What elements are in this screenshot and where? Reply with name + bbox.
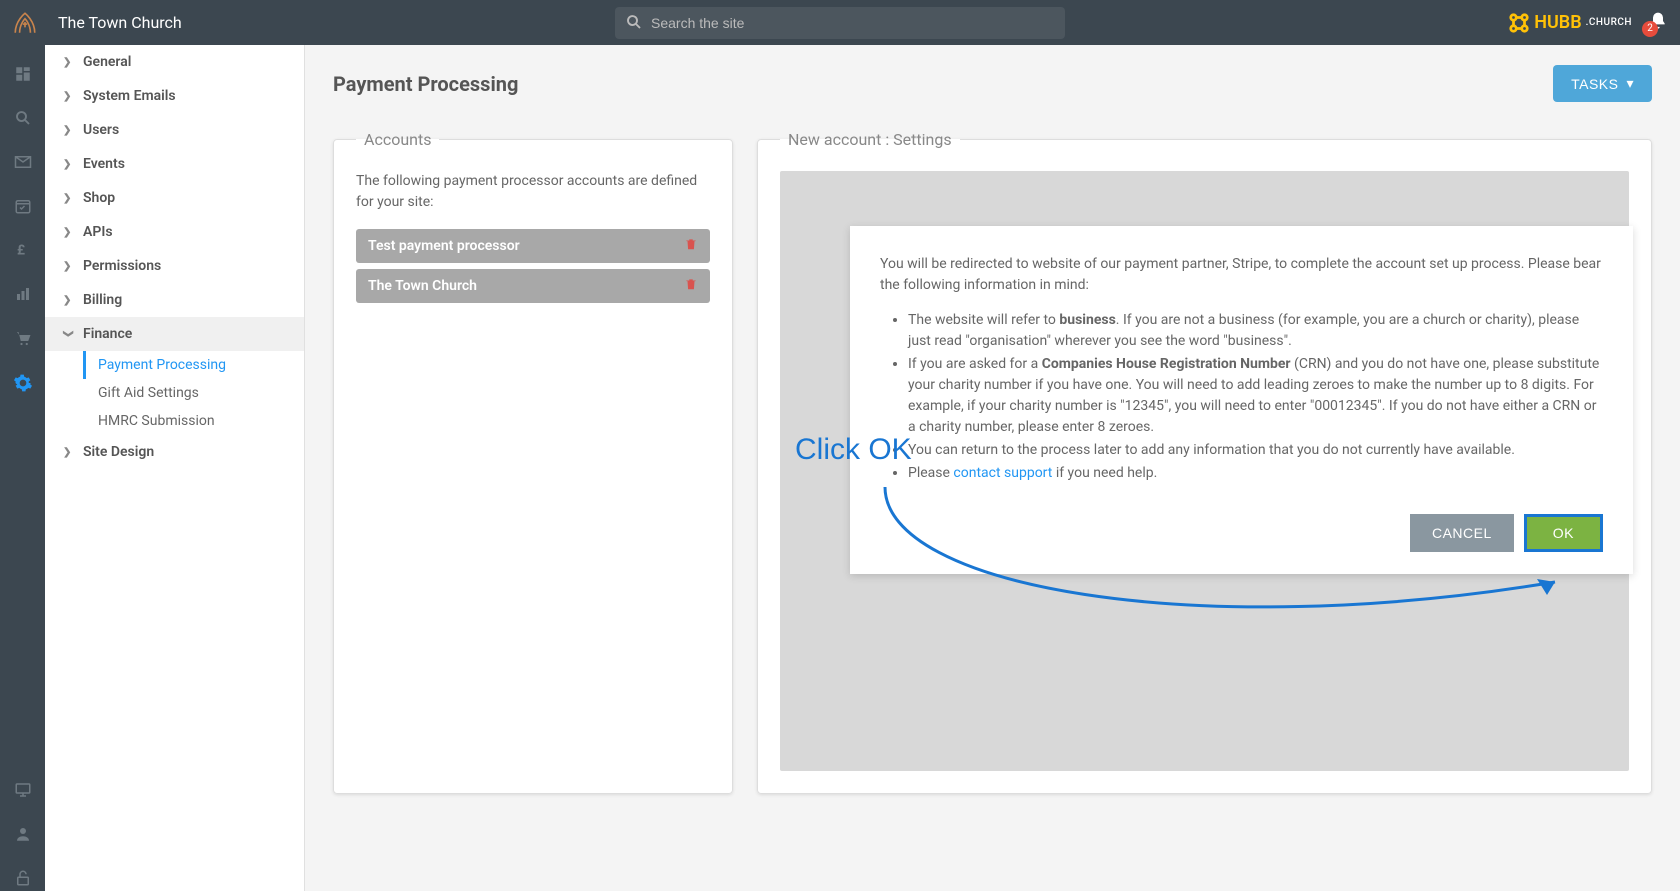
rail-calendar-icon[interactable] xyxy=(14,197,32,219)
nav-users[interactable]: ❯ Users xyxy=(45,113,304,147)
account-name: The Town Church xyxy=(368,278,477,294)
accounts-panel: Accounts The following payment processor… xyxy=(333,130,733,794)
modal-bullet-3: You can return to the process later to a… xyxy=(908,440,1603,461)
hubb-logo-icon xyxy=(1508,12,1530,34)
top-bar: The Town Church HUBB .CHURCH 2 xyxy=(0,0,1680,45)
nav-label: Billing xyxy=(83,292,122,308)
nav-label: Site Design xyxy=(83,444,154,460)
rail-chart-icon[interactable] xyxy=(14,285,32,307)
nav-events[interactable]: ❯ Events xyxy=(45,147,304,181)
settings-panel: New account : Settings You will be redir… xyxy=(757,130,1652,794)
side-nav: ❯ General ❯ System Emails ❯ Users ❯ Events ❯… xyxy=(45,45,305,891)
svg-text:£: £ xyxy=(17,243,25,259)
rail-dashboard-icon[interactable] xyxy=(14,65,32,87)
hubb-brand-text: HUBB xyxy=(1534,12,1581,33)
nav-label: Permissions xyxy=(83,258,161,274)
chevron-right-icon: ❯ xyxy=(63,193,73,204)
modal-bullet-2: If you are asked for a Companies House R… xyxy=(908,354,1603,438)
search-icon xyxy=(625,13,643,35)
rail-lock-icon[interactable] xyxy=(14,869,32,891)
hubb-brand-sub: .CHURCH xyxy=(1586,17,1632,28)
cancel-button[interactable]: CANCEL xyxy=(1410,514,1514,552)
logo-arch xyxy=(12,10,38,36)
tasks-button[interactable]: TASKS ▾ xyxy=(1553,65,1652,102)
settings-legend: New account : Settings xyxy=(780,130,960,149)
icon-rail: £ xyxy=(0,45,45,891)
ok-button[interactable]: OK xyxy=(1524,514,1603,552)
chevron-down-icon: ❯ xyxy=(63,329,74,339)
account-row[interactable]: The Town Church xyxy=(356,269,710,303)
accounts-description: The following payment processor accounts… xyxy=(356,171,710,213)
subnav-hmrc[interactable]: HMRC Submission xyxy=(83,407,304,435)
chevron-right-icon: ❯ xyxy=(63,159,73,170)
hubb-brand[interactable]: HUBB .CHURCH xyxy=(1508,12,1632,34)
modal-bullet-1: The website will refer to business. If y… xyxy=(908,310,1603,352)
accounts-legend: Accounts xyxy=(356,130,439,149)
notifications-button[interactable]: 2 xyxy=(1648,11,1668,35)
chevron-right-icon: ❯ xyxy=(63,57,73,68)
notification-badge: 2 xyxy=(1642,21,1658,37)
nav-general[interactable]: ❯ General xyxy=(45,45,304,79)
nav-system-emails[interactable]: ❯ System Emails xyxy=(45,79,304,113)
chevron-right-icon: ❯ xyxy=(63,295,73,306)
nav-label: Users xyxy=(83,122,119,138)
nav-label: Shop xyxy=(83,190,115,206)
rail-monitor-icon[interactable] xyxy=(14,781,32,803)
search-wrap xyxy=(615,7,1065,39)
rail-search-icon[interactable] xyxy=(14,109,32,131)
chevron-right-icon: ❯ xyxy=(63,227,73,238)
site-name: The Town Church xyxy=(58,13,182,32)
chevron-right-icon: ❯ xyxy=(63,125,73,136)
nav-label: APIs xyxy=(83,224,113,240)
main-content: Payment Processing TASKS ▾ Accounts The … xyxy=(305,45,1680,891)
chevron-right-icon: ❯ xyxy=(63,91,73,102)
trash-icon[interactable] xyxy=(684,237,698,255)
stripe-info-modal: You will be redirected to website of our… xyxy=(850,226,1633,574)
nav-label: Finance xyxy=(83,326,132,342)
rail-mail-icon[interactable] xyxy=(14,153,32,175)
nav-apis[interactable]: ❯ APIs xyxy=(45,215,304,249)
modal-intro: You will be redirected to website of our… xyxy=(880,254,1603,296)
nav-label: Events xyxy=(83,156,125,172)
subnav-payment-processing[interactable]: Payment Processing xyxy=(83,351,304,379)
nav-permissions[interactable]: ❯ Permissions xyxy=(45,249,304,283)
contact-support-link[interactable]: contact support xyxy=(953,465,1052,481)
nav-label: General xyxy=(83,54,131,70)
nav-label: System Emails xyxy=(83,88,176,104)
account-name: Test payment processor xyxy=(368,238,520,254)
caret-down-icon: ▾ xyxy=(1626,75,1634,92)
rail-cart-icon[interactable] xyxy=(14,329,32,351)
trash-icon[interactable] xyxy=(684,277,698,295)
chevron-right-icon: ❯ xyxy=(63,447,73,458)
rail-pound-icon[interactable]: £ xyxy=(14,241,32,263)
search-input[interactable] xyxy=(615,7,1065,39)
nav-finance[interactable]: ❯ Finance xyxy=(45,317,304,351)
rail-settings-icon[interactable] xyxy=(13,373,33,397)
account-row[interactable]: Test payment processor xyxy=(356,229,710,263)
rail-user-icon[interactable] xyxy=(14,825,32,847)
chevron-right-icon: ❯ xyxy=(63,261,73,272)
tasks-label: TASKS xyxy=(1571,76,1618,92)
nav-shop[interactable]: ❯ Shop xyxy=(45,181,304,215)
nav-billing[interactable]: ❯ Billing xyxy=(45,283,304,317)
subnav-gift-aid[interactable]: Gift Aid Settings xyxy=(83,379,304,407)
modal-bullet-4: Please contact support if you need help. xyxy=(908,463,1603,484)
page-title: Payment Processing xyxy=(333,72,518,96)
nav-site-design[interactable]: ❯ Site Design xyxy=(45,435,304,469)
settings-body: You will be redirected to website of our… xyxy=(780,171,1629,771)
